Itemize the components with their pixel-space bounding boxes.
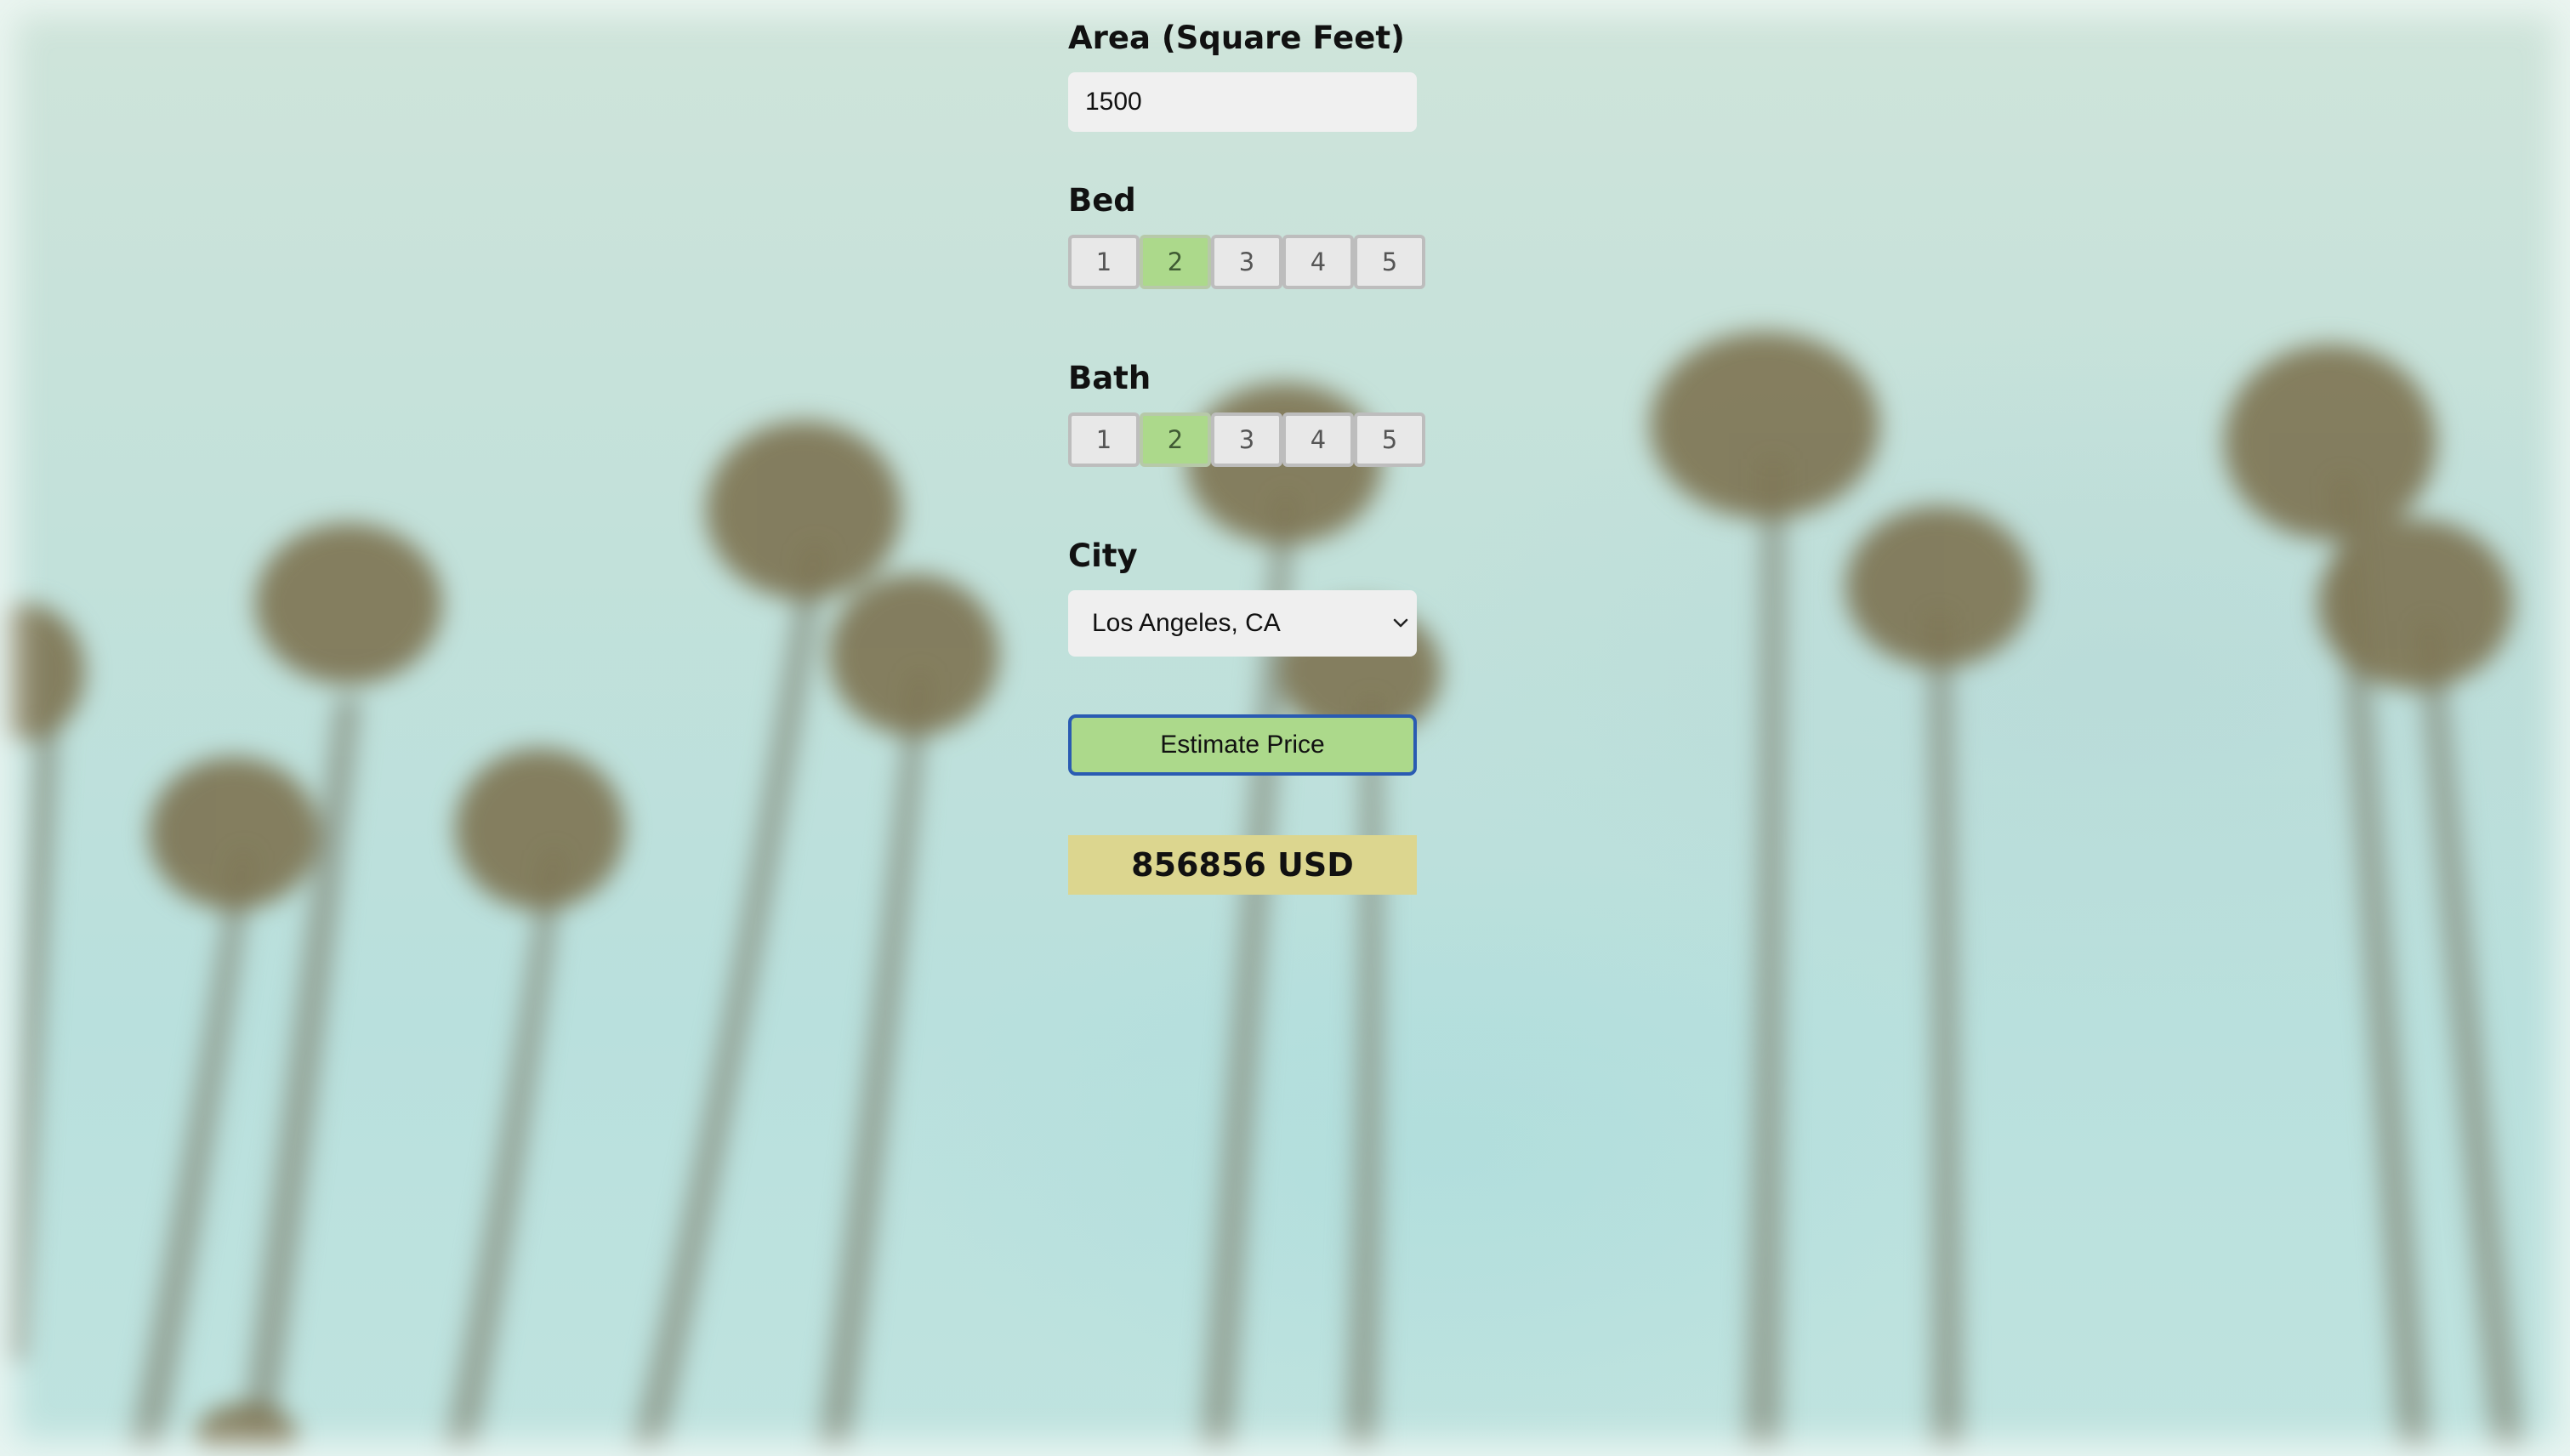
- bed-section: Bed 1 2 3 4 5: [1068, 185, 1425, 289]
- area-input[interactable]: [1068, 72, 1417, 132]
- bed-option-1[interactable]: 1: [1068, 235, 1140, 289]
- bed-option-5[interactable]: 5: [1354, 235, 1425, 289]
- bath-option-5[interactable]: 5: [1354, 412, 1425, 467]
- bath-option-2[interactable]: 2: [1140, 412, 1211, 467]
- bath-option-4[interactable]: 4: [1282, 412, 1354, 467]
- bed-option-4[interactable]: 4: [1282, 235, 1354, 289]
- area-section: Area (Square Feet): [1068, 22, 1425, 132]
- bed-option-3[interactable]: 3: [1211, 235, 1282, 289]
- bed-option-2[interactable]: 2: [1140, 235, 1211, 289]
- bed-selector: 1 2 3 4 5: [1068, 235, 1425, 289]
- bath-label: Bath: [1068, 360, 1151, 396]
- price-estimate-form: Area (Square Feet) Bed 1 2 3 4 5 Bath 1 …: [1068, 15, 1425, 895]
- bed-label: Bed: [1068, 182, 1136, 219]
- area-label: Area (Square Feet): [1068, 20, 1405, 56]
- estimate-price-button[interactable]: Estimate Price: [1068, 714, 1417, 776]
- city-select[interactable]: Los Angeles, CA: [1068, 590, 1417, 657]
- city-select-value: Los Angeles, CA: [1092, 609, 1281, 637]
- bath-selector: 1 2 3 4 5: [1068, 412, 1425, 467]
- chevron-down-icon: [1393, 618, 1408, 628]
- city-section: City Los Angeles, CA: [1068, 540, 1425, 657]
- bath-section: Bath 1 2 3 4 5: [1068, 362, 1425, 467]
- bath-option-1[interactable]: 1: [1068, 412, 1140, 467]
- city-label: City: [1068, 537, 1138, 574]
- bath-option-3[interactable]: 3: [1211, 412, 1282, 467]
- estimated-price-result: 856856 USD: [1068, 835, 1417, 895]
